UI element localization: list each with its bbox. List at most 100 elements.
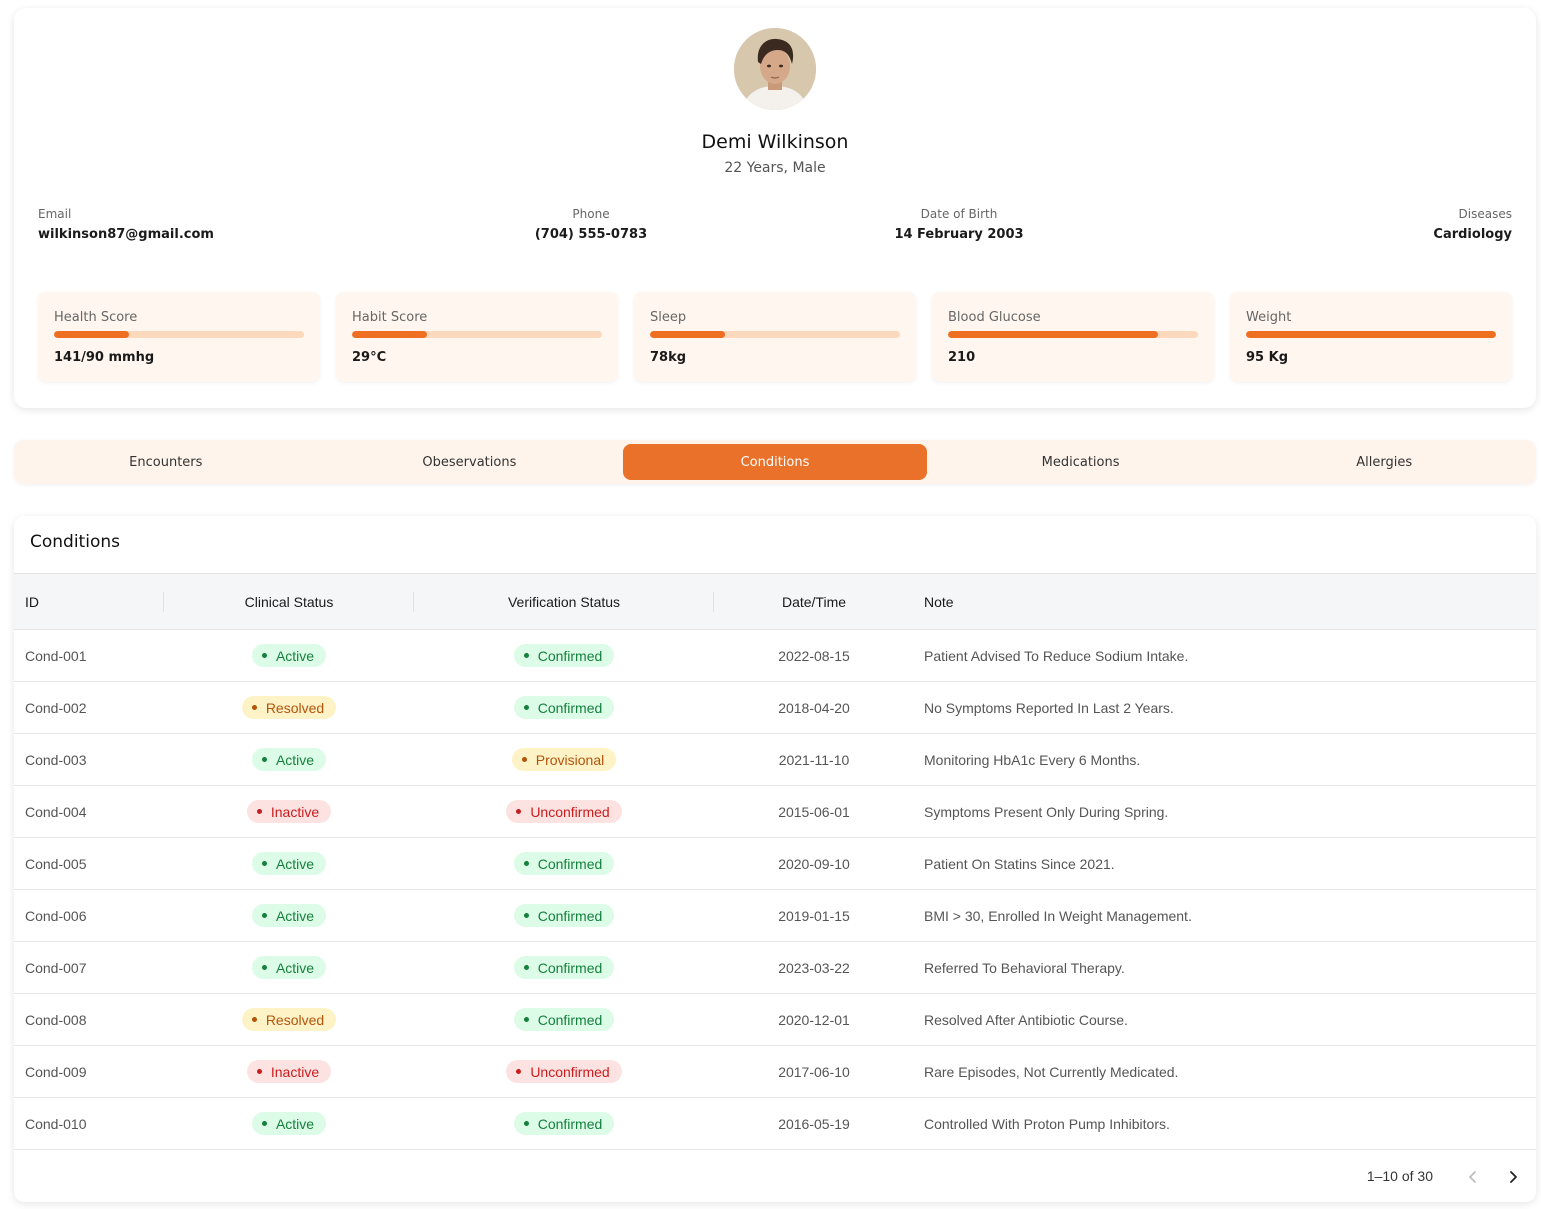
metric-value: 78kg [650, 350, 687, 365]
clinical-status-text: Resolved [265, 699, 325, 716]
phone-label: Phone [572, 207, 610, 221]
condition-note: Monitoring HbA1c Every 6 Months. [924, 751, 1141, 768]
metric-progress-fill [352, 331, 427, 338]
status-dot-icon [251, 1017, 257, 1022]
condition-date: 2016-05-19 [778, 1115, 850, 1132]
condition-id: Cond-001 [25, 647, 87, 664]
column-header-note[interactable]: Note [914, 574, 1536, 630]
clinical-status-cell: Active [164, 890, 414, 942]
condition-date: 2020-12-01 [778, 1011, 850, 1028]
profile-card: Demi Wilkinson 22 Years, Male Email wilk… [14, 8, 1536, 408]
verification-status-cell: Confirmed [414, 994, 714, 1046]
clinical-status-badge: Active [251, 644, 327, 667]
chevron-right-icon[interactable] [1501, 1165, 1525, 1189]
clinical-status-badge: Inactive [246, 800, 332, 823]
metric-progress-bar [650, 331, 900, 338]
column-header-label: ID [25, 593, 39, 610]
table-row[interactable]: Cond-010 Active Confirmed 2016-05-19 Control… [14, 1098, 1536, 1150]
clinical-status-text: Active [275, 751, 315, 768]
tab-allergies[interactable]: Allergies [1232, 444, 1536, 480]
verification-status-cell: Confirmed [414, 838, 714, 890]
condition-date: 2017-06-10 [778, 1063, 850, 1080]
email-value: wilkinson87@gmail.com [38, 227, 214, 242]
metric-label: Habit Score [352, 310, 428, 325]
avatar [734, 28, 816, 110]
chevron-left-icon[interactable] [1461, 1165, 1485, 1189]
clinical-status-text: Active [275, 855, 315, 872]
table-row[interactable]: Cond-002 Resolved Confirmed 2018-04-20 No Sy… [14, 682, 1536, 734]
verification-status-cell: Confirmed [414, 1098, 714, 1150]
condition-date: 2021-11-10 [778, 751, 850, 768]
metric-label: Sleep [650, 310, 687, 325]
status-dot-icon [256, 1069, 262, 1074]
status-dot-icon [521, 757, 527, 762]
dob-info: Date of Birth 14 February 2003 [859, 207, 1059, 242]
tab-conditions[interactable]: Conditions [623, 444, 927, 480]
clinical-status-badge: Active [251, 956, 327, 979]
metric-value: 210 [948, 350, 976, 365]
clinical-status-cell: Inactive [164, 1046, 414, 1098]
clinical-status-text: Active [275, 907, 315, 924]
condition-date: 2018-04-20 [778, 699, 850, 716]
status-dot-icon [523, 653, 529, 658]
condition-id: Cond-004 [25, 803, 87, 820]
metric-value: 29°C [352, 350, 387, 365]
verification-status-text: Confirmed [537, 647, 603, 664]
verification-status-badge: Confirmed [513, 1112, 615, 1135]
condition-date: 2019-01-15 [778, 907, 850, 924]
profile-age-gender: 22 Years, Male [724, 160, 826, 176]
table-row[interactable]: Cond-008 Resolved Confirmed 2020-12-01 Resol… [14, 994, 1536, 1046]
verification-status-badge: Confirmed [513, 1008, 615, 1031]
metric-label: Weight [1246, 310, 1292, 325]
status-dot-icon [261, 1121, 267, 1126]
condition-id: Cond-003 [25, 751, 87, 768]
table-row[interactable]: Cond-001 Active Confirmed 2022-08-15 Patient… [14, 630, 1536, 682]
column-header-datetime[interactable]: Date/Time [714, 574, 914, 630]
table-row[interactable]: Cond-006 Active Confirmed 2019-01-15 BMI > 3… [14, 890, 1536, 942]
condition-note: Controlled With Proton Pump Inhibitors. [924, 1115, 1170, 1132]
conditions-title: Conditions [30, 532, 120, 552]
clinical-status-cell: Active [164, 734, 414, 786]
clinical-status-badge: Active [251, 904, 327, 927]
table-row[interactable]: Cond-009 Inactive Unconfirmed 2017-06-10 Rar… [14, 1046, 1536, 1098]
condition-note: Rare Episodes, Not Currently Medicated. [924, 1063, 1179, 1080]
metric-progress-bar [948, 331, 1198, 338]
condition-note: Patient On Statins Since 2021. [924, 855, 1115, 872]
verification-status-badge: Confirmed [513, 956, 615, 979]
verification-status-text: Unconfirmed [530, 1063, 610, 1080]
verification-status-cell: Provisional [414, 734, 714, 786]
tab-encounters[interactable]: Encounters [14, 444, 318, 480]
condition-id: Cond-010 [25, 1115, 87, 1132]
condition-note: BMI > 30, Enrolled In Weight Management. [924, 907, 1192, 924]
column-header-id[interactable]: ID [14, 574, 164, 630]
table-row[interactable]: Cond-005 Active Confirmed 2020-09-10 Patient… [14, 838, 1536, 890]
column-header-clinical-status[interactable]: Clinical Status [164, 574, 414, 630]
metric-habit-score: Habit Score 29°C [336, 292, 618, 382]
clinical-status-text: Inactive [270, 1063, 320, 1080]
clinical-status-cell: Resolved [164, 682, 414, 734]
clinical-status-cell: Active [164, 942, 414, 994]
verification-status-cell: Confirmed [414, 942, 714, 994]
clinical-status-cell: Inactive [164, 786, 414, 838]
table-row[interactable]: Cond-003 Active Provisional 2021-11-10 Monit… [14, 734, 1536, 786]
metric-label: Health Score [54, 310, 138, 325]
status-dot-icon [516, 809, 522, 814]
column-header-verification-status[interactable]: Verification Status [414, 574, 714, 630]
status-dot-icon [523, 861, 529, 866]
table-row[interactable]: Cond-007 Active Confirmed 2023-03-22 Referre… [14, 942, 1536, 994]
metric-blood-glucose: Blood Glucose 210 [932, 292, 1214, 382]
tab-observations[interactable]: Obeservations [318, 444, 622, 480]
table-row[interactable]: Cond-004 Inactive Unconfirmed 2015-06-01 Sym… [14, 786, 1536, 838]
condition-note: Resolved After Antibiotic Course. [924, 1011, 1128, 1028]
status-dot-icon [251, 705, 257, 710]
verification-status-badge: Provisional [511, 748, 617, 771]
status-dot-icon [516, 1069, 522, 1074]
condition-id: Cond-008 [25, 1011, 87, 1028]
status-dot-icon [523, 1121, 529, 1126]
verification-status-cell: Confirmed [414, 890, 714, 942]
condition-id: Cond-009 [25, 1063, 87, 1080]
clinical-status-text: Inactive [270, 803, 320, 820]
diseases-info: Diseases Cardiology [1433, 207, 1512, 242]
tab-medications[interactable]: Medications [929, 444, 1233, 480]
verification-status-badge: Unconfirmed [506, 800, 622, 823]
